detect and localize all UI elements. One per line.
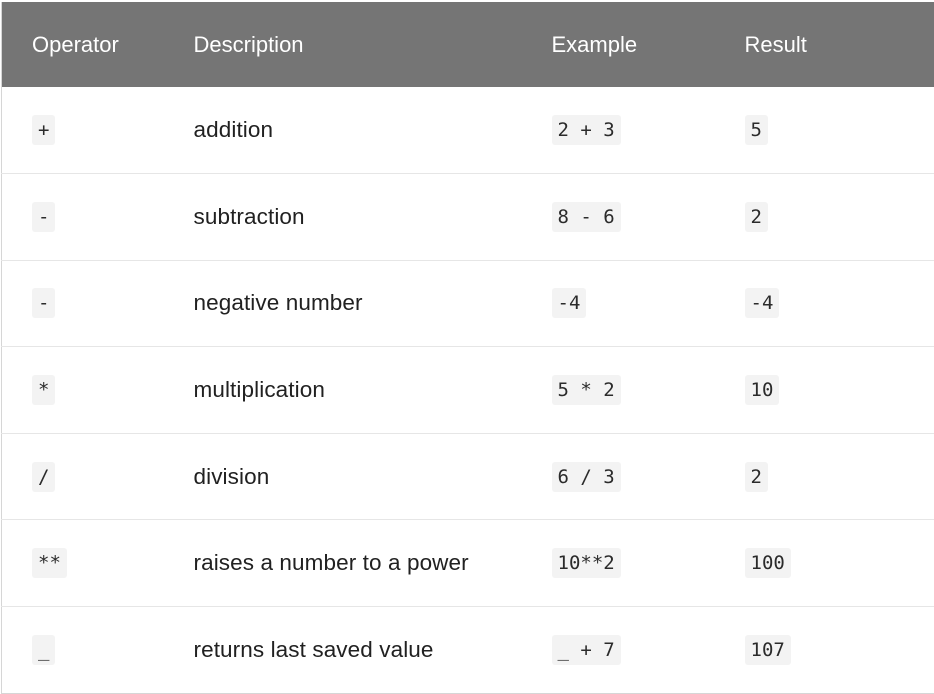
result-code: 10: [744, 375, 780, 406]
example-code: 5 * 2: [551, 375, 621, 406]
operators-table: Operator Description Example Result + ad…: [1, 2, 934, 694]
operator-code: +: [32, 115, 56, 146]
result-code: 107: [744, 634, 791, 665]
operator-code: *: [32, 375, 56, 406]
description-cell: division: [193, 463, 270, 489]
result-code: 5: [744, 115, 768, 146]
result-code: 2: [744, 201, 768, 232]
header-example: Example: [551, 31, 638, 57]
operators-table-container: Operator Description Example Result + ad…: [0, 0, 934, 694]
example-code: _ + 7: [551, 634, 621, 665]
table-row: _ returns last saved value _ + 7 107: [1, 606, 934, 694]
description-cell: multiplication: [193, 377, 325, 403]
table-header: Operator Description Example Result: [1, 2, 934, 87]
table-row: + addition 2 + 3 5: [2, 87, 934, 174]
table-row: * multiplication 5 * 2 10: [1, 346, 934, 434]
description-cell: negative number: [193, 290, 363, 316]
table-row: / division 6 / 3 2: [1, 433, 934, 520]
example-code: 6 / 3: [551, 461, 621, 492]
result-code: 2: [744, 461, 768, 492]
operator-code: -: [32, 288, 56, 319]
table-row: - negative number -4 -4: [1, 260, 934, 347]
result-code: 100: [744, 548, 791, 579]
header-row: Operator Description Example Result: [1, 2, 934, 87]
description-cell: subtraction: [193, 203, 305, 229]
table-body: + addition 2 + 3 5 - subtraction 8 - 6 2…: [1, 87, 934, 694]
example-code: 10**2: [551, 548, 621, 579]
description-cell: returns last saved value: [193, 636, 434, 662]
header-description: Description: [193, 31, 304, 57]
example-code: 2 + 3: [551, 115, 621, 146]
operator-code: _: [32, 634, 56, 665]
description-cell: raises a number to a power: [193, 550, 469, 576]
operator-code: **: [32, 548, 67, 579]
table-row: ** raises a number to a power 10**2 100: [1, 519, 934, 607]
example-code: -4: [551, 288, 587, 319]
operator-code: /: [32, 461, 56, 492]
table-row: - subtraction 8 - 6 2: [1, 173, 934, 261]
example-code: 8 - 6: [551, 201, 621, 232]
result-code: -4: [744, 288, 780, 319]
header-result: Result: [744, 31, 807, 57]
operator-code: -: [32, 201, 56, 232]
description-cell: addition: [193, 117, 274, 143]
header-operator: Operator: [32, 31, 119, 57]
